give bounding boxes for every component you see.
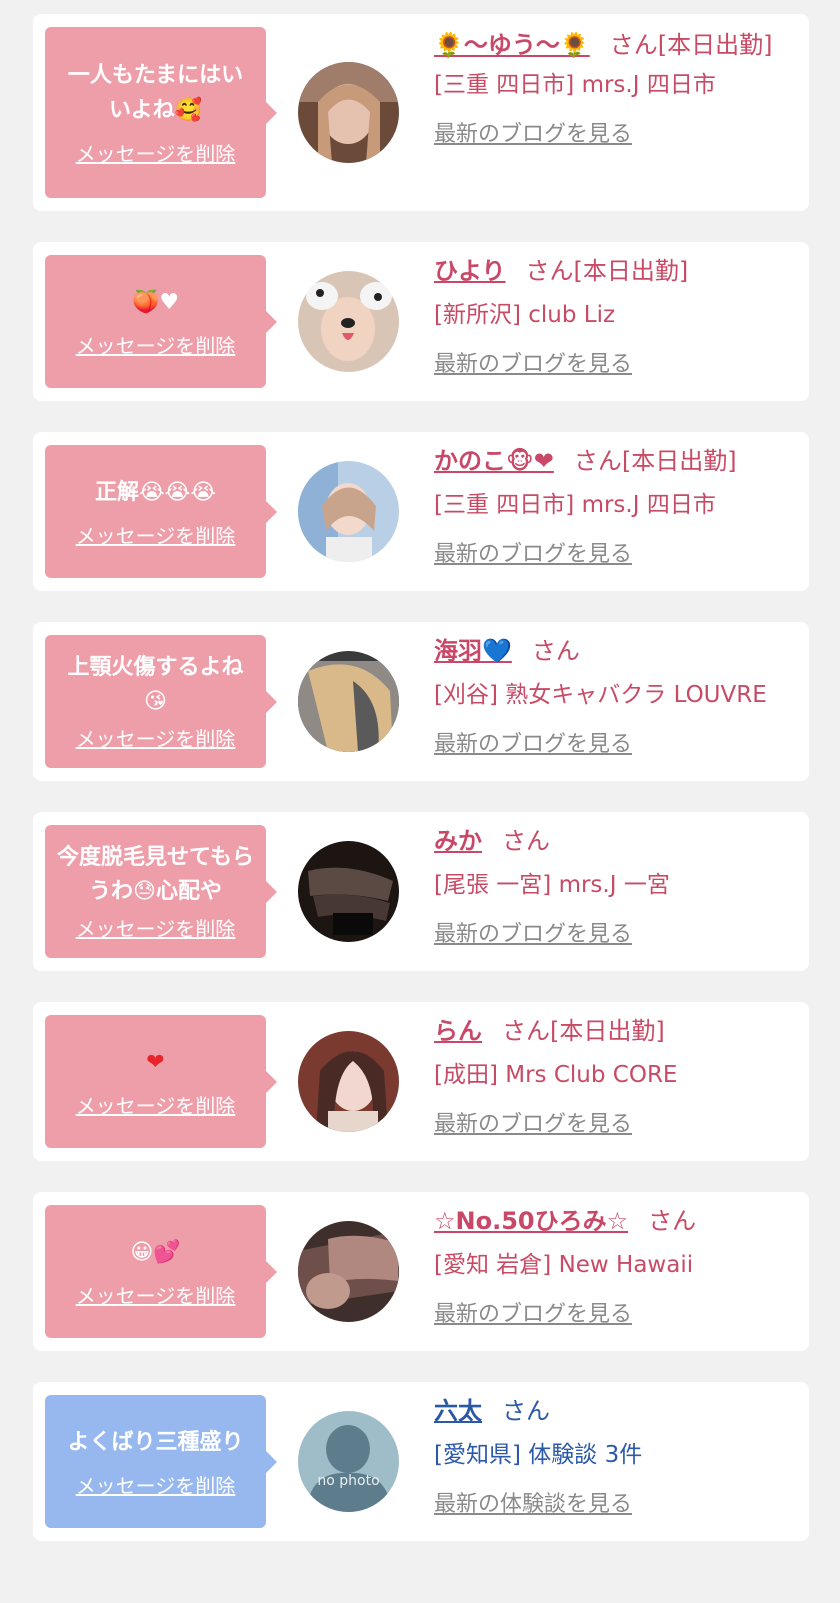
message-text: よくばり三種盛り — [67, 1429, 244, 1455]
profile-info: 🌻〜ゆう〜🌻 さん[本日出勤] [三重 四日市] mrs.J 四日市 最新のブログ… — [434, 26, 801, 148]
message-bubble: 😀💕 メッセージを削除 — [45, 1205, 277, 1338]
no-photo-icon[interactable]: no photo — [298, 1411, 399, 1512]
cast-status: さん[本日出勤] — [609, 31, 773, 59]
message-card: 一人もたまにはいいよね🥰 メッセージを削除 🌻〜ゆう〜🌻 さん[本日出勤] [三重… — [33, 14, 809, 211]
cast-status: さん — [502, 827, 550, 855]
cast-name-link[interactable]: みか — [434, 827, 482, 855]
latest-blog-link[interactable]: 最新のブログを見る — [434, 346, 632, 378]
message-text: 😀💕 — [130, 1239, 181, 1265]
message-bubble: よくばり三種盛り メッセージを削除 — [45, 1395, 277, 1528]
message-card: 上顎火傷するよね😘 メッセージを削除 海羽💙 さん [刈谷] 熟女キャバクラ LO… — [33, 622, 809, 781]
message-text: 上顎火傷するよね😘 — [67, 655, 244, 714]
delete-message-link[interactable]: メッセージを削除 — [76, 1280, 236, 1309]
cast-name-link[interactable]: 海羽💙 — [434, 637, 512, 665]
cast-status: さん — [648, 1207, 697, 1235]
shop-info: [三重 四日市] mrs.J 四日市 — [434, 72, 716, 98]
message-text: ❤ — [146, 1049, 165, 1075]
delete-message-link[interactable]: メッセージを削除 — [76, 520, 236, 549]
shop-info: [刈谷] 熟女キャバクラ LOUVRE — [434, 682, 767, 708]
message-bubble: ❤ メッセージを削除 — [45, 1015, 277, 1148]
cast-status: さん — [502, 1397, 550, 1425]
message-bubble: 今度脱毛見せてもらうわ😓心配や メッセージを削除 — [45, 825, 277, 958]
latest-blog-link[interactable]: 最新のブログを見る — [434, 1106, 632, 1138]
shop-info: [愛知 岩倉] New Hawaii — [434, 1252, 694, 1278]
name-line: 六太 さん — [434, 1392, 801, 1430]
message-list: 一人もたまにはいいよね🥰 メッセージを削除 🌻〜ゆう〜🌻 さん[本日出勤] [三重… — [0, 0, 840, 1541]
cast-name-link[interactable]: 🌻〜ゆう〜🌻 — [434, 31, 590, 59]
message-text: 一人もたまにはいいよね🥰 — [67, 63, 244, 123]
no-photo-label: no photo — [317, 1473, 380, 1489]
name-line: 🌻〜ゆう〜🌻 さん[本日出勤] — [434, 26, 801, 64]
name-line: かのこ🐵❤ さん[本日出勤] — [434, 442, 801, 480]
shop-info: [愛知県] 体験談 3件 — [434, 1442, 643, 1468]
delete-message-link[interactable]: メッセージを削除 — [76, 913, 236, 942]
cast-status: さん[本日出勤] — [573, 447, 737, 475]
message-card: 今度脱毛見せてもらうわ😓心配や メッセージを削除 みか さん [尾張 一宮] mr… — [33, 812, 809, 971]
message-bubble: 一人もたまにはいいよね🥰 メッセージを削除 — [45, 27, 277, 198]
shop-info: [三重 四日市] mrs.J 四日市 — [434, 492, 716, 518]
cast-name-link[interactable]: らん — [434, 1017, 482, 1045]
message-card: 正解😭😭😭 メッセージを削除 かのこ🐵❤ さん[本日出勤] [三重 四日市] mr… — [33, 432, 809, 591]
latest-blog-link[interactable]: 最新のブログを見る — [434, 726, 632, 758]
shop-info: [尾張 一宮] mrs.J 一宮 — [434, 872, 670, 898]
profile-info: みか さん [尾張 一宮] mrs.J 一宮 最新のブログを見る — [434, 822, 801, 948]
name-line: ひより さん[本日出勤] — [434, 252, 801, 290]
cast-status: さん[本日出勤] — [525, 257, 689, 285]
profile-photo-icon[interactable] — [298, 1221, 399, 1322]
delete-message-link[interactable]: メッセージを削除 — [76, 1470, 236, 1499]
profile-info: かのこ🐵❤ さん[本日出勤] [三重 四日市] mrs.J 四日市 最新のブログを… — [434, 442, 801, 568]
latest-blog-link[interactable]: 最新のブログを見る — [434, 536, 632, 568]
profile-info: 海羽💙 さん [刈谷] 熟女キャバクラ LOUVRE 最新のブログを見る — [434, 632, 801, 758]
cast-name-link[interactable]: ☆No.50ひろみ☆ — [434, 1207, 628, 1235]
name-line: らん さん[本日出勤] — [434, 1012, 801, 1050]
profile-photo-icon[interactable] — [298, 651, 399, 752]
profile-photo-icon[interactable] — [298, 841, 399, 942]
message-card: よくばり三種盛り メッセージを削除 no photo 六太 さん [愛知県] 体験… — [33, 1382, 809, 1541]
name-line: みか さん — [434, 822, 801, 860]
cast-status: さん[本日出勤] — [502, 1017, 665, 1045]
shop-info: [新所沢] club Liz — [434, 302, 616, 328]
cast-status: さん — [531, 637, 580, 665]
message-text: 今度脱毛見せてもらうわ😓心配や — [57, 845, 254, 904]
delete-message-link[interactable]: メッセージを削除 — [76, 1090, 236, 1119]
message-text: 正解😭😭😭 — [94, 479, 217, 505]
message-bubble: 🍑♥ メッセージを削除 — [45, 255, 277, 388]
message-bubble: 上顎火傷するよね😘 メッセージを削除 — [45, 635, 277, 768]
delete-message-link[interactable]: メッセージを削除 — [76, 138, 236, 167]
profile-photo-icon[interactable] — [298, 1031, 399, 1132]
delete-message-link[interactable]: メッセージを削除 — [76, 723, 236, 752]
shop-info: [成田] Mrs Club CORE — [434, 1062, 678, 1088]
message-bubble: 正解😭😭😭 メッセージを削除 — [45, 445, 277, 578]
message-card: ❤ メッセージを削除 らん さん[本日出勤] [成田] Mrs Club CORE… — [33, 1002, 809, 1161]
message-text: 🍑♥ — [131, 289, 180, 315]
profile-info: 六太 さん [愛知県] 体験談 3件 最新の体験談を見る — [434, 1392, 801, 1518]
cast-name-link[interactable]: 六太 — [434, 1397, 482, 1425]
cast-name-link[interactable]: ひより — [434, 257, 506, 285]
profile-photo-icon[interactable] — [298, 62, 399, 163]
latest-review-link[interactable]: 最新の体験談を見る — [434, 1486, 632, 1518]
latest-blog-link[interactable]: 最新のブログを見る — [434, 916, 632, 948]
message-card: 🍑♥ メッセージを削除 ひより さん[本日出勤] [新所沢] club Liz 最… — [33, 242, 809, 401]
profile-info: ☆No.50ひろみ☆ さん [愛知 岩倉] New Hawaii 最新のブログを見… — [434, 1202, 801, 1328]
latest-blog-link[interactable]: 最新のブログを見る — [434, 116, 632, 148]
message-card: 😀💕 メッセージを削除 ☆No.50ひろみ☆ さん [愛知 岩倉] New Haw… — [33, 1192, 809, 1351]
profile-photo-icon[interactable] — [298, 461, 399, 562]
profile-info: らん さん[本日出勤] [成田] Mrs Club CORE 最新のブログを見る — [434, 1012, 801, 1138]
name-line: ☆No.50ひろみ☆ さん — [434, 1202, 801, 1240]
profile-info: ひより さん[本日出勤] [新所沢] club Liz 最新のブログを見る — [434, 252, 801, 378]
latest-blog-link[interactable]: 最新のブログを見る — [434, 1296, 632, 1328]
delete-message-link[interactable]: メッセージを削除 — [76, 330, 236, 359]
cast-name-link[interactable]: かのこ🐵❤ — [434, 447, 554, 475]
profile-photo-icon[interactable] — [298, 271, 399, 372]
name-line: 海羽💙 さん — [434, 632, 801, 670]
